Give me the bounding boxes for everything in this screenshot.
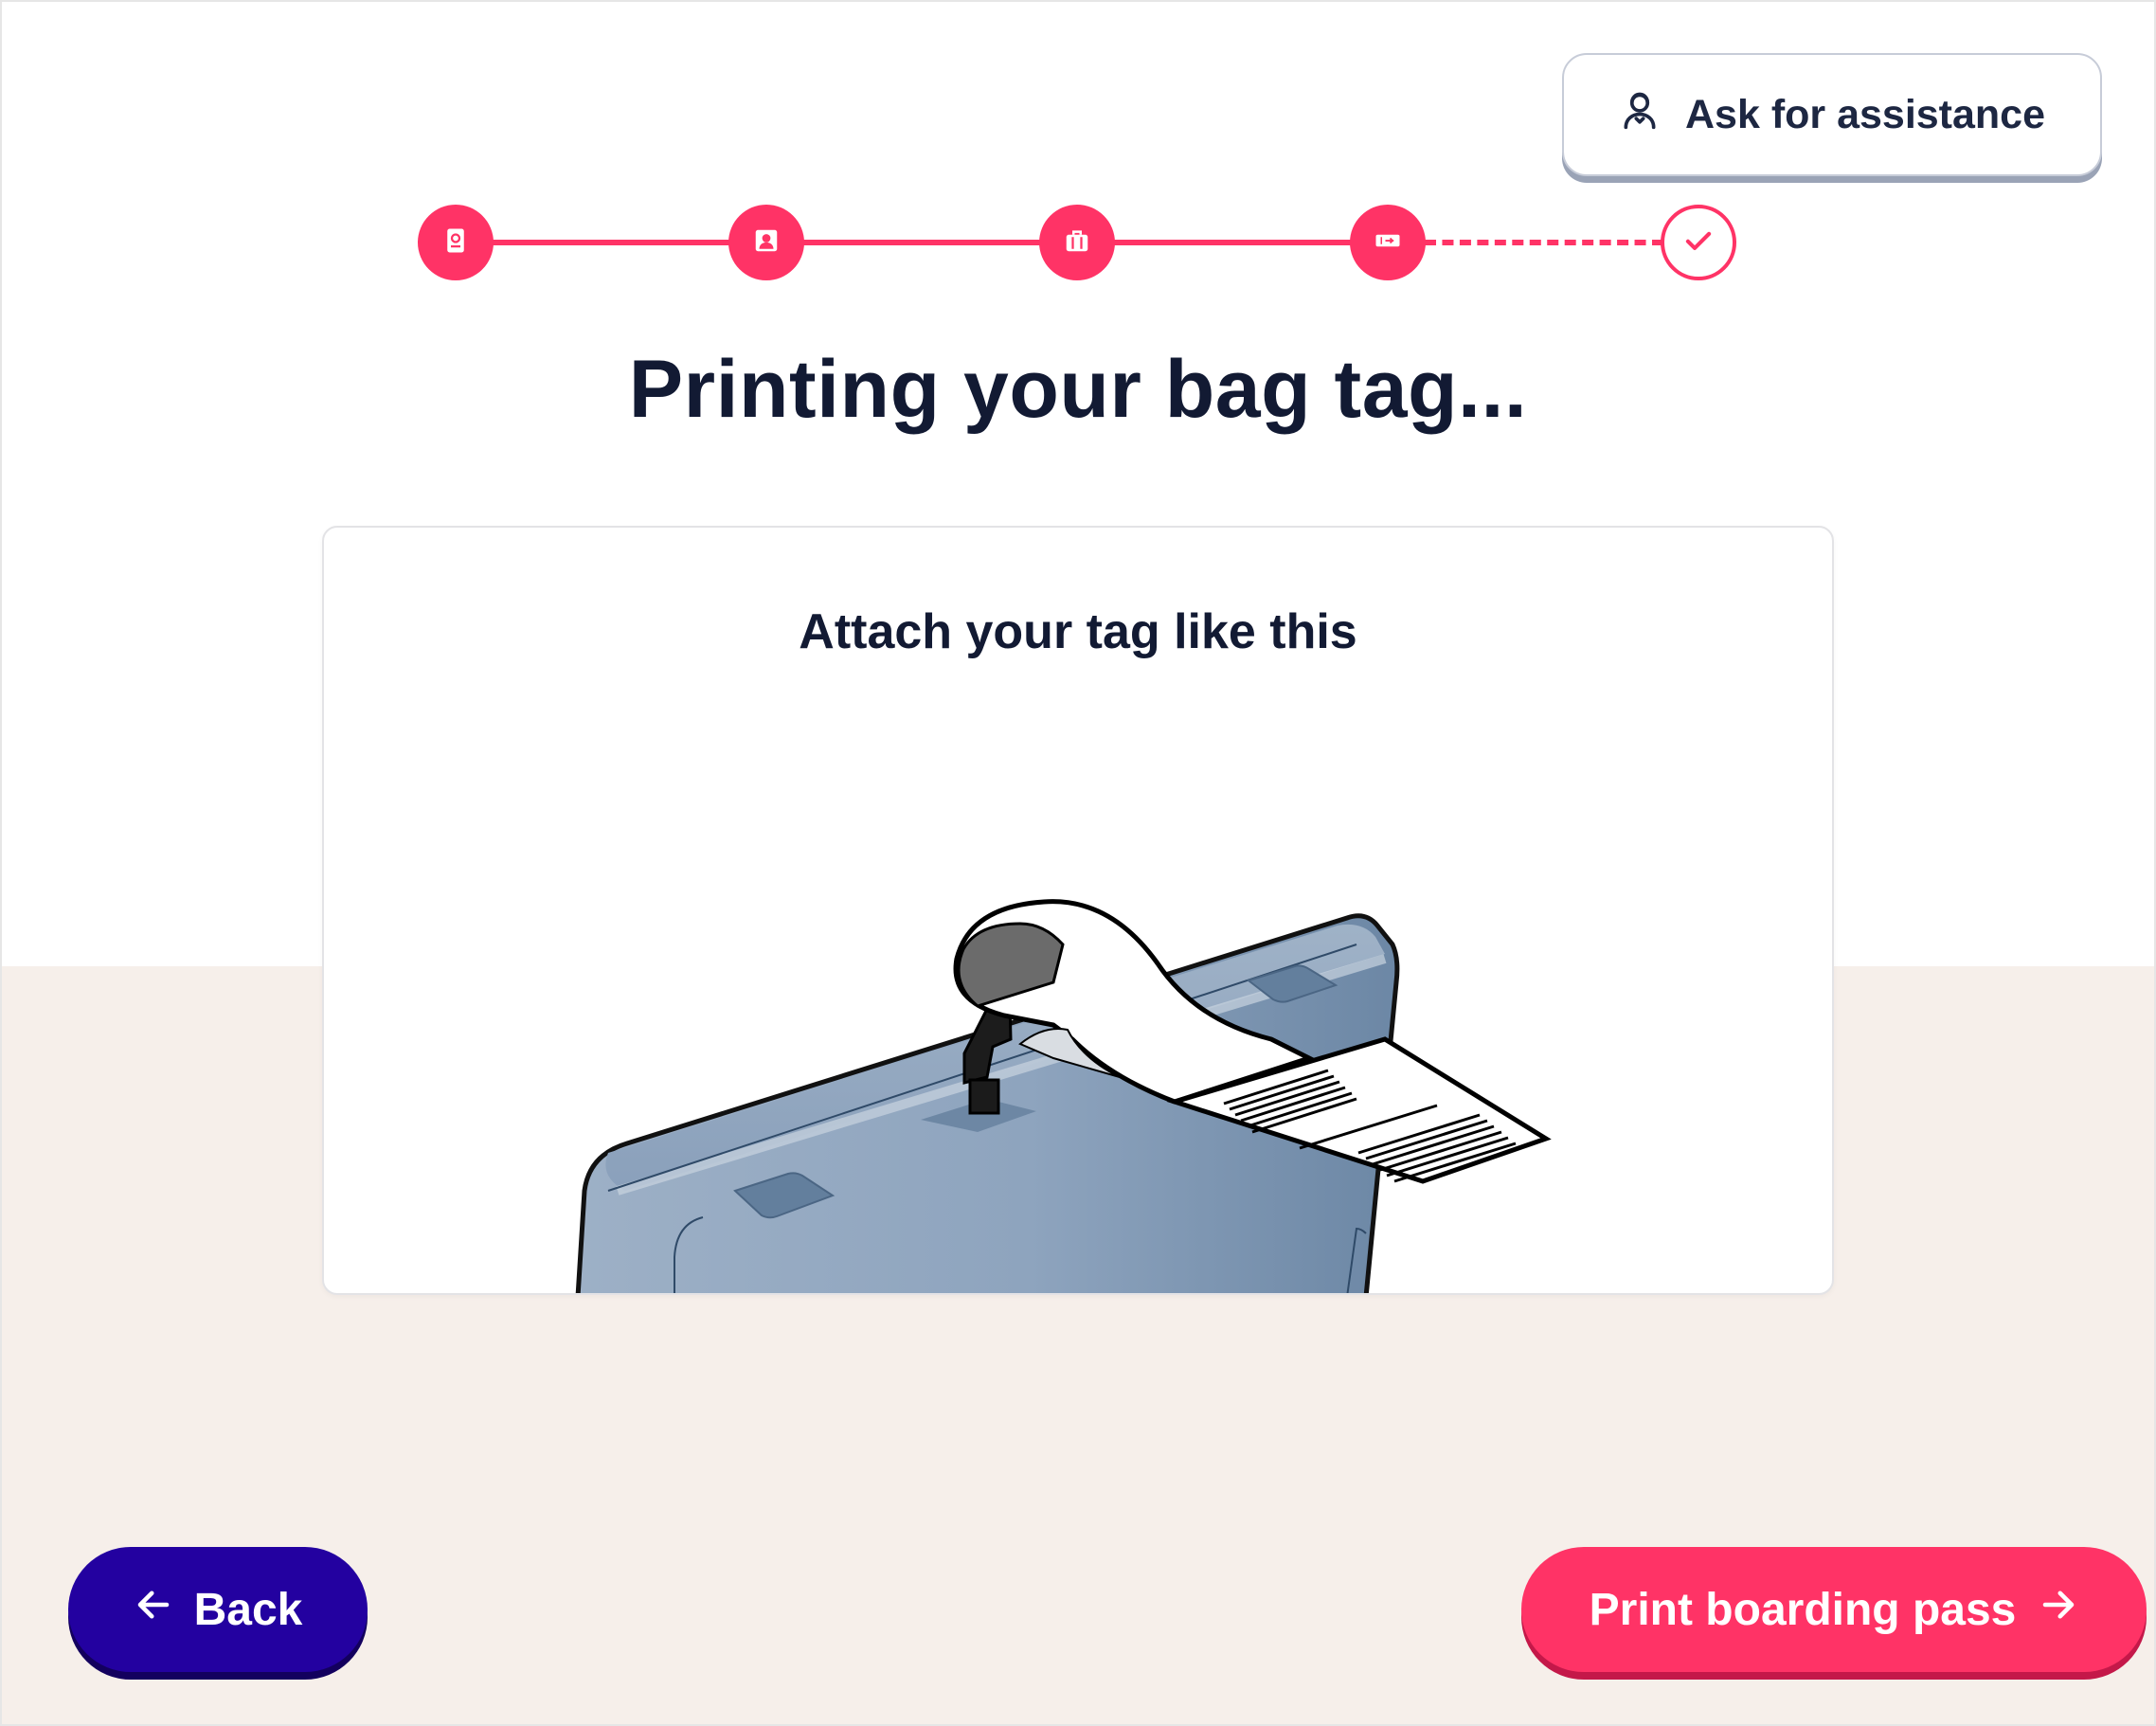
card-title: Attach your tag like this <box>799 604 1357 659</box>
print-boarding-pass-button[interactable]: Print boarding pass <box>1521 1547 2147 1672</box>
step-baggage <box>1039 205 1115 280</box>
arrow-right-icon <box>2039 1584 2078 1636</box>
stepper-connector <box>1114 240 1389 245</box>
back-button[interactable]: Back <box>68 1547 368 1672</box>
boarding-pass-icon <box>1374 226 1402 260</box>
progress-stepper <box>0 0 2156 303</box>
stepper-connector <box>493 240 767 245</box>
stepper-connector <box>803 240 1078 245</box>
step-passenger <box>728 205 804 280</box>
step-complete <box>1661 205 1736 280</box>
step-passport <box>418 205 494 280</box>
instruction-card: Attach your tag like this <box>322 526 1834 1295</box>
print-boarding-pass-label: Print boarding pass <box>1589 1584 2017 1635</box>
check-icon <box>1680 223 1716 263</box>
passport-icon <box>441 226 470 260</box>
kiosk-screen: Ask for assistance Printing your bag tag… <box>0 0 2156 1726</box>
arrow-left-icon <box>134 1584 173 1636</box>
step-boarding-pass <box>1350 205 1426 280</box>
baggage-icon <box>1063 226 1091 260</box>
page-title: Printing your bag tag... <box>628 344 1528 435</box>
back-button-label: Back <box>193 1584 303 1635</box>
passenger-icon <box>752 226 781 260</box>
stepper-connector-pending <box>1425 240 1663 245</box>
